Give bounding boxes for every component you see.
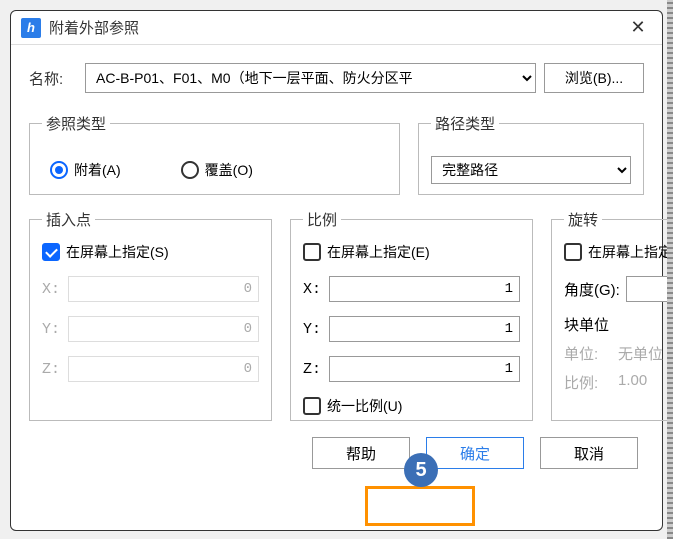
scale-y-row: Y: [303,316,520,342]
dialog-buttons: 帮助 确定 取消 [29,437,644,469]
insertion-point-legend: 插入点 [42,209,95,230]
rotate-onscreen-label: 在屏幕上指定(F) [588,242,673,262]
scale-onscreen-checkbox[interactable]: 在屏幕上指定(E) [303,242,520,262]
attach-xref-dialog: h 附着外部参照 ✕ 名称: AC-B-P01、F01、M0（地下一层平面、防火… [10,10,663,531]
app-icon: h [21,18,41,38]
rotation-legend: 旋转 [564,209,602,230]
path-type-group: 路径类型 完整路径 [418,113,644,195]
rotation-group: 旋转 在屏幕上指定(F) 角度(G): 块单位 单位: 无单位 比例 [551,209,673,421]
scale-y-input[interactable] [329,316,520,342]
insert-y-input [68,316,259,342]
block-scale-row: 比例: 1.00 [564,372,673,393]
block-scale-value: 1.00 [618,372,647,393]
insert-y-label: Y: [42,321,68,338]
insert-onscreen-checkbox[interactable]: 在屏幕上指定(S) [42,242,259,262]
name-select[interactable]: AC-B-P01、F01、M0（地下一层平面、防火分区平 [85,63,536,93]
path-type-legend: 路径类型 [431,113,499,134]
checkbox-icon [303,243,321,261]
scale-x-label: X: [303,281,329,298]
insert-z-row: Z: [42,356,259,382]
insert-z-input [68,356,259,382]
attach-radio-label: 附着(A) [74,160,121,180]
overlay-radio-label: 覆盖(O) [205,160,253,180]
scale-z-row: Z: [303,356,520,382]
insert-x-input [68,276,259,302]
cancel-button[interactable]: 取消 [540,437,638,469]
block-unit-legend: 块单位 [564,314,673,335]
browse-button[interactable]: 浏览(B)... [544,63,644,93]
scale-group: 比例 在屏幕上指定(E) X: Y: Z: [290,209,533,421]
rotate-onscreen-checkbox[interactable]: 在屏幕上指定(F) [564,242,673,262]
help-button[interactable]: 帮助 [312,437,410,469]
ok-button[interactable]: 确定 [426,437,524,469]
angle-label: 角度(G): [564,279,620,300]
checkbox-icon [303,397,321,415]
reference-type-legend: 参照类型 [42,113,110,134]
checkbox-icon [42,243,60,261]
attach-radio[interactable]: 附着(A) [50,160,121,180]
scale-x-row: X: [303,276,520,302]
titlebar: h 附着外部参照 ✕ [11,11,662,45]
radio-icon [50,161,68,179]
scale-z-label: Z: [303,361,329,378]
scale-x-input[interactable] [329,276,520,302]
block-unit-row: 单位: 无单位 [564,343,673,364]
close-icon[interactable]: ✕ [624,14,652,42]
radio-icon [181,161,199,179]
scale-legend: 比例 [303,209,341,230]
block-unit-value: 无单位 [618,343,663,364]
insert-x-row: X: [42,276,259,302]
block-unit-subgroup: 块单位 单位: 无单位 比例: 1.00 [564,314,673,393]
checkbox-icon [564,243,582,261]
scale-onscreen-label: 在屏幕上指定(E) [327,242,430,262]
dialog-title: 附着外部参照 [49,17,624,38]
uniform-scale-checkbox[interactable]: 统一比例(U) [303,396,520,416]
angle-row: 角度(G): [564,276,673,302]
overlay-radio[interactable]: 覆盖(O) [181,160,253,180]
block-scale-label: 比例: [564,372,618,393]
right-edge-strip [667,0,673,539]
reference-type-group: 参照类型 附着(A) 覆盖(O) [29,113,400,195]
uniform-scale-label: 统一比例(U) [327,396,402,416]
block-unit-label: 单位: [564,343,618,364]
insert-x-label: X: [42,281,68,298]
insertion-point-group: 插入点 在屏幕上指定(S) X: Y: Z: [29,209,272,421]
insert-onscreen-label: 在屏幕上指定(S) [66,242,169,262]
angle-input[interactable] [626,276,673,302]
insert-z-label: Z: [42,361,68,378]
name-row: 名称: AC-B-P01、F01、M0（地下一层平面、防火分区平 浏览(B)..… [29,63,644,93]
name-label: 名称: [29,68,77,89]
path-type-select[interactable]: 完整路径 [431,156,631,184]
scale-y-label: Y: [303,321,329,338]
dialog-content: 名称: AC-B-P01、F01、M0（地下一层平面、防火分区平 浏览(B)..… [11,45,662,481]
scale-z-input[interactable] [329,356,520,382]
insert-y-row: Y: [42,316,259,342]
